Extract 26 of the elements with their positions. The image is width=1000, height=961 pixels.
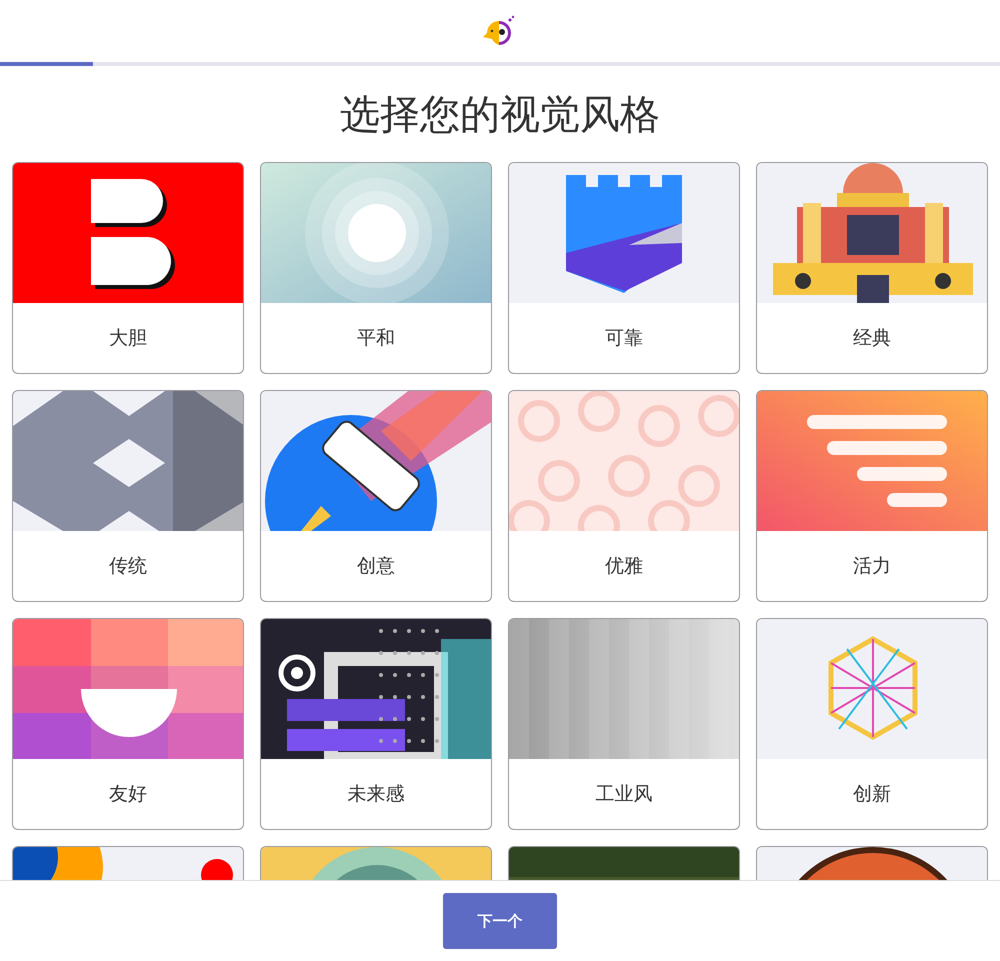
- style-card[interactable]: 平和: [260, 162, 492, 374]
- style-label: 创意: [356, 554, 396, 579]
- style-label: 传统: [108, 554, 148, 579]
- style-label: 友好: [108, 782, 148, 807]
- style-label: 工业风: [594, 782, 654, 807]
- style-card[interactable]: 创意: [260, 390, 492, 602]
- style-card[interactable]: 未来感: [260, 618, 492, 830]
- style-label: 未来感: [346, 782, 406, 807]
- style-label: 平和: [356, 326, 396, 351]
- style-label: 优雅: [604, 554, 644, 579]
- style-card[interactable]: 大胆: [12, 162, 244, 374]
- style-label: 活力: [852, 554, 892, 579]
- style-label: 大胆: [108, 326, 148, 351]
- style-card[interactable]: 创新: [756, 618, 988, 830]
- style-card[interactable]: 工业风: [508, 618, 740, 830]
- style-card[interactable]: 传统: [12, 390, 244, 602]
- style-label: 经典: [852, 326, 892, 351]
- style-label: 创新: [852, 782, 892, 807]
- style-card[interactable]: 友好: [12, 618, 244, 830]
- style-card[interactable]: 可靠: [508, 162, 740, 374]
- page-title: 选择您的视觉风格: [339, 90, 661, 140]
- style-card[interactable]: 优雅: [508, 390, 740, 602]
- style-card[interactable]: 活力: [756, 390, 988, 602]
- next-button[interactable]: 下一个: [443, 893, 557, 949]
- style-card[interactable]: 经典: [756, 162, 988, 374]
- style-label: 可靠: [604, 326, 644, 351]
